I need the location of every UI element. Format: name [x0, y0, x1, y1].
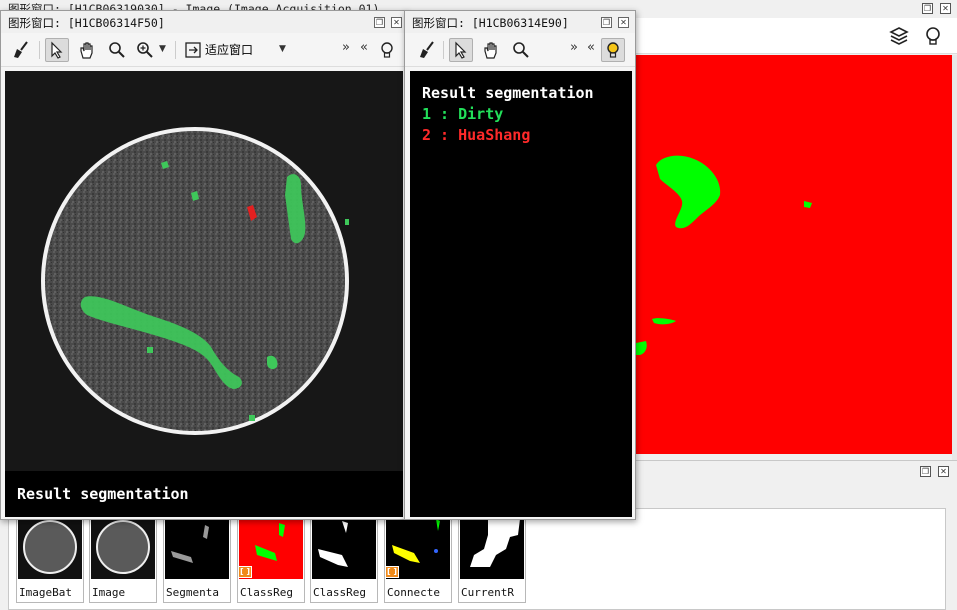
thumbnail-image [91, 515, 155, 579]
toolbar-separator [39, 41, 40, 59]
chevron-down-icon[interactable]: ▼ [159, 44, 166, 54]
graphics-window-2[interactable]: 图形窗口: [H1CB06314E90] ❐ ✕ » « Result segm… [404, 10, 636, 520]
thumbnail-label: Segmenta [166, 586, 219, 599]
restore-icon[interactable]: ❐ [601, 17, 612, 28]
main-window-toolbar [636, 18, 957, 54]
collapse-toolbar-icon[interactable]: « [360, 40, 368, 55]
lightbulb-icon[interactable] [375, 38, 399, 62]
sample-plate-image [41, 127, 349, 435]
thumbnail-image [460, 515, 524, 579]
segmentation-region-view[interactable] [636, 55, 952, 454]
hand-pan-icon[interactable] [75, 38, 99, 62]
fit-window-icon[interactable] [181, 38, 205, 62]
toolbar-separator [443, 41, 444, 59]
region-badge-icon: [ ] [238, 566, 252, 578]
legend-heading: Result segmentation [422, 84, 594, 102]
region-badge-icon: [ ] [385, 566, 399, 578]
thumbnail-label: CurrentR [461, 586, 514, 599]
thumbnail-label: Image [92, 586, 126, 599]
broom-icon[interactable] [9, 38, 33, 62]
result-caption: Result segmentation [17, 485, 189, 503]
restore-icon[interactable]: ❐ [922, 3, 933, 14]
thumbnail-classreg-2[interactable]: ClassReg [310, 513, 378, 603]
pointer-icon[interactable] [449, 38, 473, 62]
restore-icon[interactable]: ❐ [374, 17, 385, 28]
toolbar-separator [175, 41, 176, 59]
thumbnail-label: ClassReg [313, 586, 366, 599]
legend-canvas[interactable]: Result segmentation 1 : Dirty 2 : HuaSha… [410, 71, 632, 517]
thumbnail-image[interactable]: Image [89, 513, 157, 603]
thumbnail-label: Connecte [387, 586, 440, 599]
thumbnail-label: ClassReg [240, 586, 293, 599]
thumbnail-image [18, 515, 82, 579]
window-border [952, 55, 957, 460]
window-titlebar[interactable]: 图形窗口: [H1CB06314E90] ❐ ✕ [405, 11, 635, 33]
lightbulb-on-icon[interactable] [601, 38, 625, 62]
window-title: 图形窗口: [H1CB06314E90] [412, 16, 569, 30]
graphics-window-1[interactable]: 图形窗口: [H1CB06314F50] ❐ ✕ ▼ 适应窗口 ▼ » « Re… [0, 10, 407, 520]
magnifier-icon[interactable] [509, 38, 533, 62]
restore-icon[interactable]: ❐ [920, 466, 931, 477]
magnifier-icon[interactable] [105, 38, 129, 62]
thumbnail-segmentation[interactable]: Segmenta [163, 513, 231, 603]
fit-window-label[interactable]: 适应窗口 [205, 41, 253, 58]
window-toolbar: » « [405, 33, 635, 67]
layers-icon[interactable] [888, 25, 910, 47]
fit-dropdown-chevron-icon[interactable]: ▼ [279, 44, 286, 54]
zoom-in-icon[interactable] [133, 38, 157, 62]
thumbnail-connected[interactable]: [ ] Connecte [384, 513, 452, 603]
window-titlebar[interactable]: 图形窗口: [H1CB06314F50] ❐ ✕ [1, 11, 406, 33]
close-icon[interactable]: ✕ [940, 3, 951, 14]
expand-toolbar-icon[interactable]: » [342, 40, 350, 55]
close-icon[interactable]: ✕ [391, 17, 402, 28]
expand-toolbar-icon[interactable]: » [570, 40, 578, 55]
segmentation-image-canvas[interactable]: Result segmentation [5, 71, 403, 517]
thumbnail-label: ImageBat [19, 586, 72, 599]
hand-pan-icon[interactable] [479, 38, 503, 62]
legend-class-dirty: 1 : Dirty [422, 105, 504, 123]
lightbulb-icon[interactable] [922, 25, 944, 47]
window-toolbar: ▼ 适应窗口 ▼ » « [1, 33, 406, 67]
close-icon[interactable]: ✕ [618, 17, 629, 28]
pointer-icon[interactable] [45, 38, 69, 62]
thumbnail-imagebat[interactable]: ImageBat [16, 513, 84, 603]
thumbnail-image [312, 515, 376, 579]
collapse-toolbar-icon[interactable]: « [587, 40, 595, 55]
thumbnail-currentr[interactable]: CurrentR [458, 513, 526, 603]
thumbnail-image [165, 515, 229, 579]
window-title: 图形窗口: [H1CB06314F50] [8, 16, 165, 30]
broom-icon[interactable] [415, 38, 439, 62]
close-icon[interactable]: ✕ [938, 466, 949, 477]
legend-class-huashang: 2 : HuaShang [422, 126, 531, 144]
thumbnail-classreg-1[interactable]: [ ] ClassReg [237, 513, 305, 603]
